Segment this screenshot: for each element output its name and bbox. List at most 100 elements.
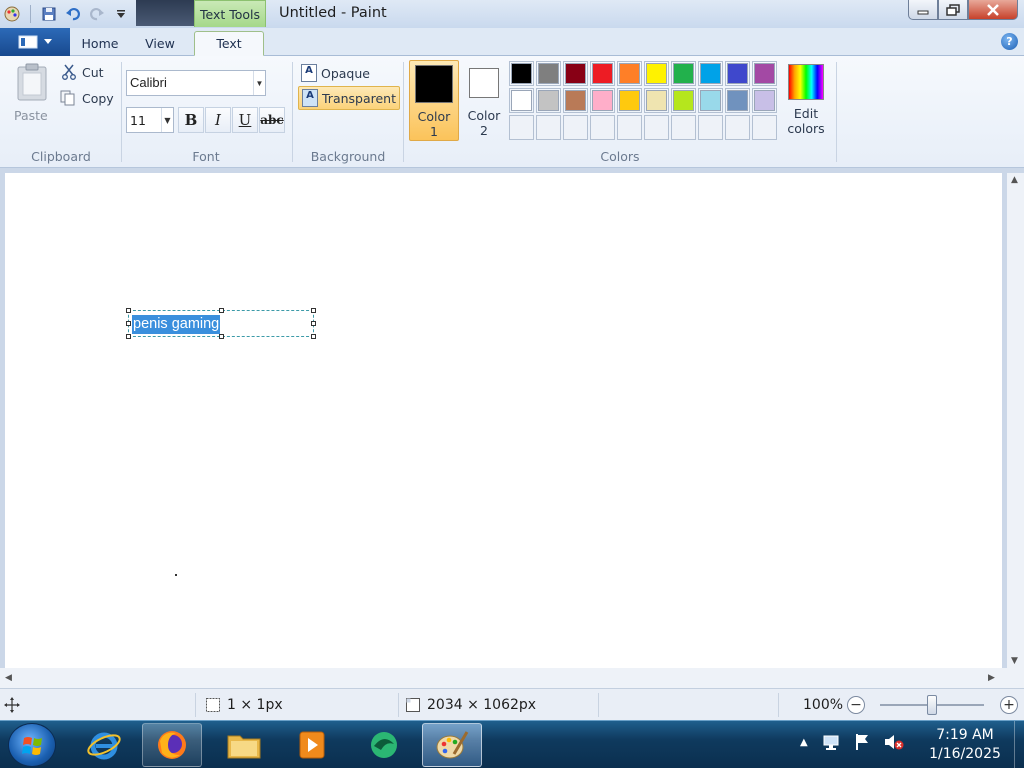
color1-button[interactable]: Color 1	[409, 60, 459, 141]
palette-custom-slot[interactable]	[752, 115, 777, 140]
font-family-select[interactable]: Calibri ▼	[126, 70, 266, 96]
close-button[interactable]	[968, 0, 1018, 20]
scroll-down-icon[interactable]: ▼	[1011, 656, 1018, 666]
color2-button[interactable]: Color 2	[459, 60, 509, 141]
palette-color-swatch[interactable]	[725, 61, 750, 86]
start-button[interactable]	[8, 723, 56, 767]
palette-custom-slot[interactable]	[509, 115, 534, 140]
text-box[interactable]: penis gaming	[126, 308, 316, 339]
palette-color-swatch[interactable]	[509, 88, 534, 113]
horizontal-scrollbar[interactable]: ◀ ▶	[0, 668, 1024, 688]
palette-custom-slot[interactable]	[590, 115, 615, 140]
scroll-up-icon[interactable]: ▲	[1011, 175, 1018, 185]
palette-color-swatch[interactable]	[752, 61, 777, 86]
restore-button[interactable]	[938, 0, 968, 20]
title-bar: Text Tools Untitled - Paint	[0, 0, 1024, 28]
palette-color-swatch[interactable]	[617, 61, 642, 86]
chevron-down-icon[interactable]: ▼	[161, 108, 173, 132]
cut-button[interactable]: Cut	[62, 64, 104, 80]
chevron-down-icon[interactable]: ▼	[253, 71, 265, 95]
resize-handle[interactable]	[126, 308, 131, 313]
transparent-icon: A	[302, 89, 318, 107]
scroll-left-icon[interactable]: ◀	[5, 673, 12, 683]
group-divider	[403, 62, 404, 162]
palette-color-swatch[interactable]	[725, 88, 750, 113]
paste-button[interactable]	[12, 62, 52, 105]
resize-handle[interactable]	[219, 308, 224, 313]
tab-home[interactable]: Home	[74, 31, 126, 56]
palette-custom-slot[interactable]	[671, 115, 696, 140]
palette-color-swatch[interactable]	[590, 88, 615, 113]
swatch-fill	[700, 90, 721, 111]
vertical-scrollbar[interactable]: ▲ ▼	[1007, 173, 1024, 668]
drawing-canvas[interactable]: penis gaming	[5, 173, 1002, 668]
palette-custom-slot[interactable]	[698, 115, 723, 140]
font-size-select[interactable]: 11 ▼	[126, 107, 174, 133]
selected-text[interactable]: penis gaming	[132, 315, 221, 334]
palette-color-swatch[interactable]	[644, 61, 669, 86]
resize-handle[interactable]	[311, 334, 316, 339]
minimize-button[interactable]	[908, 0, 938, 20]
taskbar-media-player[interactable]	[282, 723, 342, 767]
resize-handle[interactable]	[126, 321, 131, 326]
strikethrough-button[interactable]: abc	[259, 107, 285, 133]
palette-custom-slot[interactable]	[725, 115, 750, 140]
taskbar-app[interactable]	[354, 723, 414, 767]
media-player-icon	[299, 731, 325, 759]
resize-handle[interactable]	[126, 334, 131, 339]
help-button[interactable]: ?	[1001, 33, 1018, 50]
palette-custom-slot[interactable]	[644, 115, 669, 140]
italic-button[interactable]: I	[205, 107, 231, 133]
resize-handle[interactable]	[311, 321, 316, 326]
copy-button[interactable]: Copy	[60, 90, 114, 106]
taskbar-firefox[interactable]	[142, 723, 202, 767]
opaque-button[interactable]: A Opaque	[298, 62, 373, 84]
color2-swatch	[469, 68, 499, 98]
palette-color-swatch[interactable]	[563, 61, 588, 86]
palette-color-swatch[interactable]	[671, 61, 696, 86]
transparent-button[interactable]: A Transparent	[298, 86, 401, 110]
show-hidden-icons-icon[interactable]: ▲	[800, 737, 808, 748]
paint-menu-button[interactable]	[0, 28, 70, 56]
palette-color-swatch[interactable]	[536, 88, 561, 113]
zoom-in-button[interactable]: +	[1000, 696, 1018, 714]
paint-app-icon[interactable]	[2, 4, 22, 24]
palette-color-swatch[interactable]	[509, 61, 534, 86]
palette-color-swatch[interactable]	[536, 61, 561, 86]
palette-custom-slot[interactable]	[563, 115, 588, 140]
taskbar-paint[interactable]	[422, 723, 482, 767]
palette-color-swatch[interactable]	[617, 88, 642, 113]
taskbar-clock[interactable]: 7:19 AM 1/16/2025	[916, 726, 1014, 764]
resize-handle[interactable]	[311, 308, 316, 313]
show-desktop-button[interactable]	[1014, 721, 1024, 768]
palette-custom-slot[interactable]	[617, 115, 642, 140]
palette-color-swatch[interactable]	[590, 61, 615, 86]
taskbar-internet-explorer[interactable]	[74, 723, 134, 767]
palette-color-swatch[interactable]	[698, 61, 723, 86]
action-center-flag-icon[interactable]	[854, 733, 870, 751]
quick-access-toolbar	[0, 3, 131, 25]
tab-view[interactable]: View	[134, 31, 186, 56]
undo-icon[interactable]	[63, 4, 83, 24]
scroll-right-icon[interactable]: ▶	[988, 673, 995, 683]
tab-text[interactable]: Text	[194, 31, 264, 56]
zoom-out-button[interactable]: −	[847, 696, 865, 714]
palette-color-swatch[interactable]	[752, 88, 777, 113]
palette-color-swatch[interactable]	[563, 88, 588, 113]
bold-button[interactable]: B	[178, 107, 204, 133]
redo-icon[interactable]	[87, 4, 107, 24]
edit-colors-button[interactable]: Edit colors	[784, 62, 828, 136]
zoom-slider-thumb[interactable]	[927, 695, 937, 715]
resize-handle[interactable]	[219, 334, 224, 339]
taskbar-file-explorer[interactable]	[214, 723, 274, 767]
palette-color-swatch[interactable]	[698, 88, 723, 113]
network-icon[interactable]	[822, 733, 840, 751]
palette-custom-slot[interactable]	[536, 115, 561, 140]
selection-icon	[206, 698, 220, 712]
underline-button[interactable]: U	[232, 107, 258, 133]
volume-muted-icon[interactable]	[884, 733, 904, 751]
save-icon[interactable]	[39, 4, 59, 24]
palette-color-swatch[interactable]	[644, 88, 669, 113]
palette-color-swatch[interactable]	[671, 88, 696, 113]
customize-qat-icon[interactable]	[111, 4, 131, 24]
